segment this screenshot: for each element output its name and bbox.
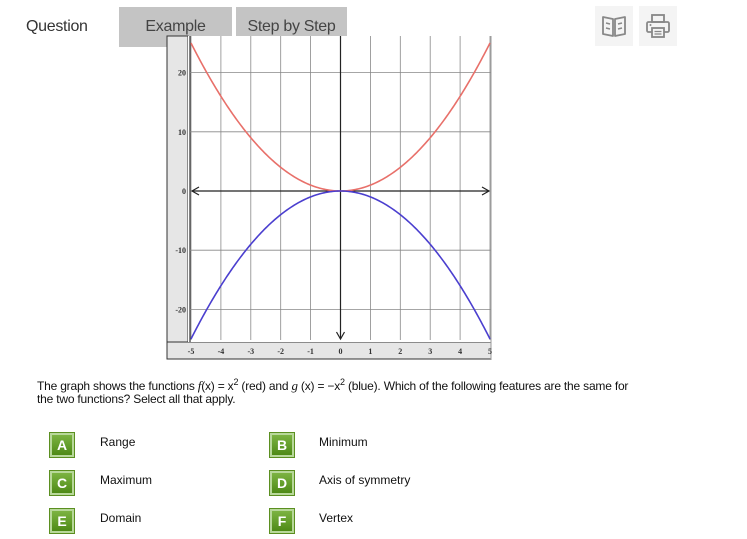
y-tick-label: 10 bbox=[178, 128, 186, 137]
question-text: The graph shows the functions f(x) = x2 … bbox=[37, 377, 629, 406]
x-tick-label: -4 bbox=[218, 347, 225, 356]
plot-background bbox=[188, 36, 491, 342]
option-d-button[interactable]: D bbox=[269, 470, 295, 496]
option-d-label[interactable]: Axis of symmetry bbox=[319, 473, 410, 487]
x-tick-label: 3 bbox=[428, 347, 432, 356]
x-label-strip bbox=[166, 341, 492, 360]
x-tick-label: -1 bbox=[307, 347, 314, 356]
option-f-label[interactable]: Vertex bbox=[319, 511, 353, 525]
option-c-button[interactable]: C bbox=[49, 470, 75, 496]
option-a-label[interactable]: Range bbox=[100, 435, 135, 449]
option-f-button[interactable]: F bbox=[269, 508, 295, 534]
x-tick-label: -2 bbox=[277, 347, 284, 356]
option-c-label[interactable]: Maximum bbox=[100, 473, 152, 487]
x-tick-label: 2 bbox=[398, 347, 402, 356]
x-tick-label: 0 bbox=[339, 347, 343, 356]
option-e-button[interactable]: E bbox=[49, 508, 75, 534]
y-tick-label: 20 bbox=[178, 69, 186, 78]
x-tick-label: 1 bbox=[368, 347, 372, 356]
x-tick-label: -3 bbox=[247, 347, 254, 356]
x-tick-label: 5 bbox=[488, 347, 492, 356]
x-tick-label: 4 bbox=[458, 347, 462, 356]
option-a-button[interactable]: A bbox=[49, 432, 75, 458]
y-tick-label: 0 bbox=[182, 187, 186, 196]
y-tick-label: -10 bbox=[175, 246, 186, 255]
option-b-label[interactable]: Minimum bbox=[319, 435, 368, 449]
option-b-button[interactable]: B bbox=[269, 432, 295, 458]
y-tick-label: -20 bbox=[175, 305, 186, 314]
x-tick-label: -5 bbox=[188, 347, 195, 356]
option-e-label[interactable]: Domain bbox=[100, 511, 141, 525]
function-graph: 20100-10-20-5 -4 -3 -2 -1 0 1 2 3 4 5 bbox=[166, 35, 492, 360]
